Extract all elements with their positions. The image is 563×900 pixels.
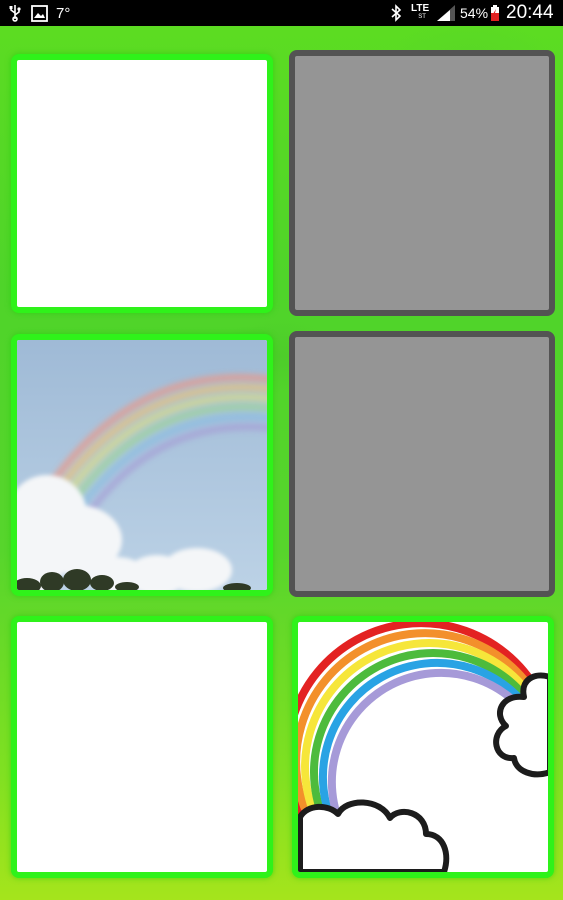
battery-charging-icon bbox=[490, 0, 500, 26]
memory-card-5[interactable] bbox=[11, 616, 273, 878]
rainbow-photo-image bbox=[17, 340, 267, 590]
memory-card-6[interactable] bbox=[292, 616, 554, 878]
rainbow-cartoon-image bbox=[298, 622, 548, 872]
memory-card-4-face-down[interactable] bbox=[289, 331, 555, 597]
memory-card-3[interactable] bbox=[11, 334, 273, 596]
battery-percent-text: 54% bbox=[460, 5, 489, 21]
bluetooth-icon bbox=[390, 0, 402, 26]
signal-strength-icon bbox=[436, 0, 456, 26]
clock-text: 20:44 bbox=[506, 2, 554, 23]
status-bar: 7° LTE ST 54% 20:44 bbox=[0, 0, 563, 26]
memory-card-2-face-down[interactable] bbox=[289, 50, 555, 316]
network-sub-text: ST bbox=[418, 14, 426, 20]
temperature-text: 7° bbox=[56, 4, 71, 22]
network-type-text: LTE bbox=[411, 3, 430, 14]
usb-icon bbox=[8, 0, 22, 26]
image-notification-icon bbox=[31, 0, 48, 26]
memory-card-1[interactable] bbox=[11, 54, 273, 313]
